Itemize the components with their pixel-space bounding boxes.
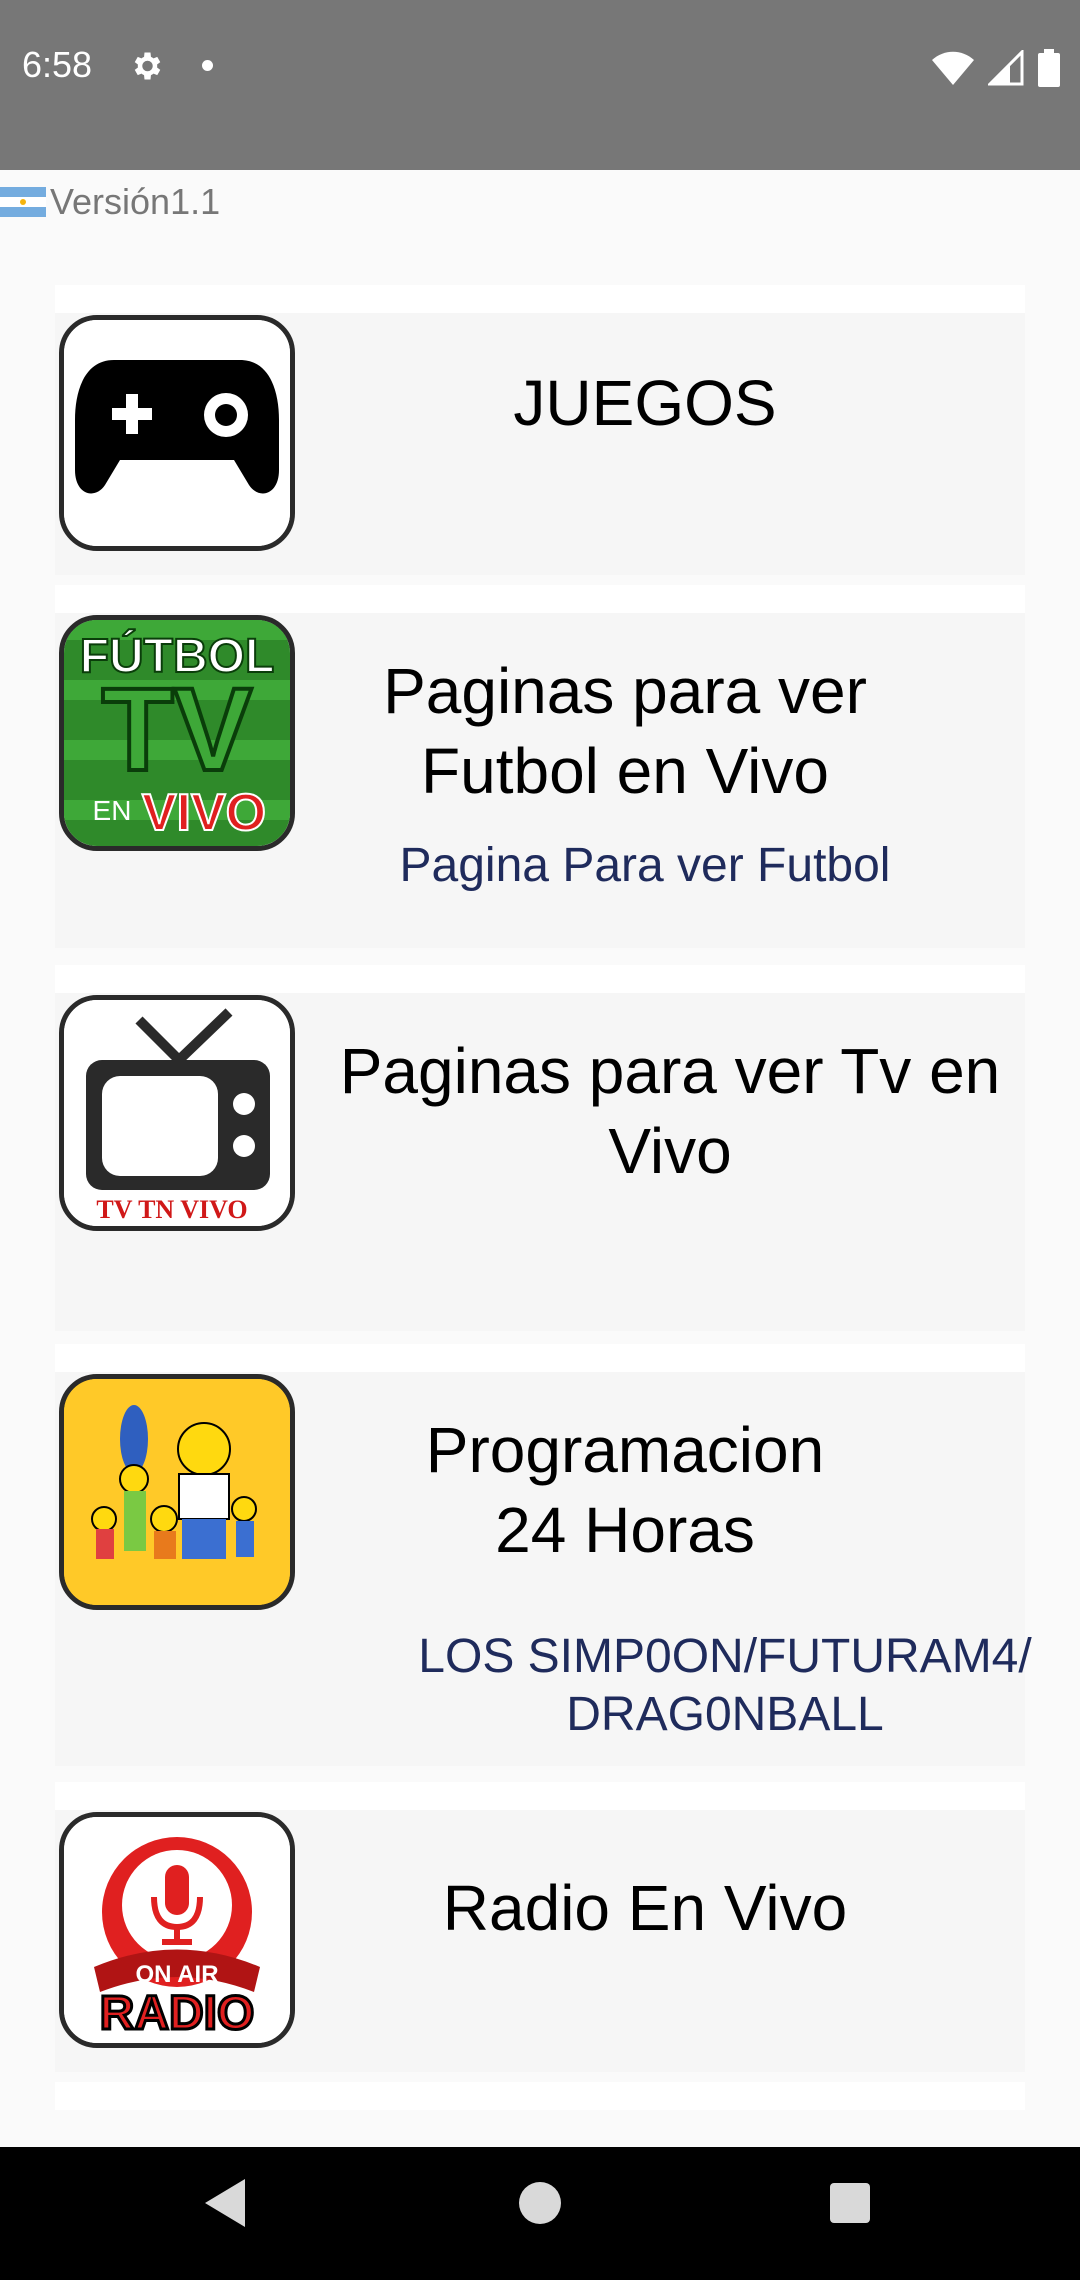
notification-dot-icon: [202, 60, 213, 71]
back-icon[interactable]: [205, 2179, 245, 2227]
item-subtitle: Pagina Para ver Futbol: [399, 839, 891, 892]
status-icons: [932, 48, 1060, 88]
item-title: JUEGOS: [513, 367, 777, 439]
status-time: 6:58: [22, 44, 93, 85]
list-end-divider: [55, 2082, 1025, 2110]
menu-item-tv[interactable]: TV TN VIVO Paginas para ver Tv en Vivo: [55, 965, 1025, 1331]
status-bar: 6:58: [0, 0, 1080, 170]
icon-text-radio: RADIO: [100, 1987, 255, 2040]
icon-text-en: EN: [93, 795, 132, 826]
version-text: Versión1.1: [50, 181, 221, 222]
menu-item-programacion[interactable]: Programacion 24 Horas LOS SIMP0ON/FUTURA…: [55, 1344, 1032, 1766]
item-title: Paginas para ver Tv en Vivo: [339, 1035, 1001, 1187]
wifi-icon: [932, 51, 974, 85]
item-title: Radio En Vivo: [442, 1872, 848, 1944]
battery-icon: [1038, 49, 1060, 87]
argentina-flag-icon: [0, 187, 46, 217]
recents-icon[interactable]: [828, 2179, 872, 2227]
icon-text-on-air: ON AIR: [135, 1961, 218, 1988]
item-subtitle: LOS SIMP0ON/FUTURAM4/ DRAG0NBALL: [418, 1630, 1032, 1741]
version-label: Versión1.1: [0, 180, 220, 224]
futbol-tv-icon: FÚTBOL TV EN VIVO: [59, 615, 295, 851]
navigation-bar: [0, 2147, 1080, 2280]
menu-item-radio[interactable]: ON AIR RADIO Radio En Vivo: [55, 1782, 1025, 2072]
menu-item-juegos[interactable]: JUEGOS: [55, 285, 1025, 575]
cell-signal-icon: [988, 50, 1024, 86]
item-title: Paginas para ver Futbol en Vivo: [383, 655, 867, 807]
gamepad-icon: [59, 315, 295, 551]
main-content: Versión1.1 JUEGOS FÚTBOL TV EN VIVO Pagi…: [0, 170, 1080, 2147]
gear-icon: [134, 52, 161, 80]
icon-text-vivo: VIVO: [142, 784, 266, 842]
tv-icon: TV TN VIVO: [59, 995, 295, 1231]
item-title: Programacion 24 Horas: [425, 1414, 825, 1566]
home-icon[interactable]: [518, 2179, 562, 2227]
menu-item-futbol[interactable]: FÚTBOL TV EN VIVO Paginas para ver Futbo…: [55, 585, 1025, 948]
radio-icon: ON AIR RADIO: [59, 1812, 295, 2048]
cartoon-family-icon: [59, 1374, 295, 1610]
icon-text-tv: TV: [102, 664, 253, 796]
icon-text-tv-tn-vivo: TV TN VIVO: [96, 1195, 247, 1224]
